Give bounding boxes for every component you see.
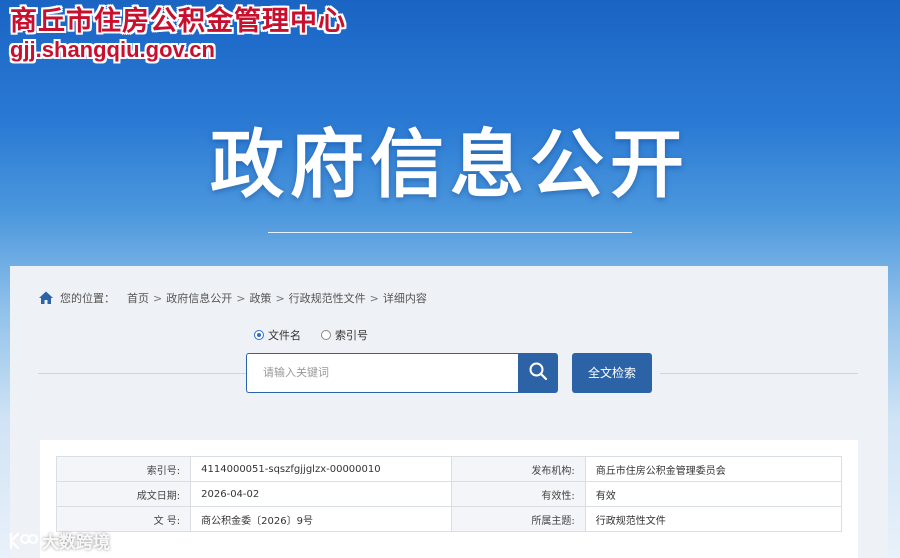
watermark: 大数跨境 <box>8 528 110 553</box>
search-input[interactable]: 请输入关键词 <box>246 353 518 393</box>
search-divider-right <box>660 373 858 374</box>
info-label: 所属主题: <box>450 506 586 532</box>
page-hero-title: 政府信息公开 <box>210 122 690 208</box>
watermark-logo-icon <box>8 530 38 552</box>
radio-index-indicator[interactable] <box>321 330 331 340</box>
breadcrumb-separator: > <box>275 291 285 305</box>
table-row: 文 号: 商公积金委〔2026〕9号 所属主题: 行政规范性文件 <box>55 506 843 532</box>
search-type-options: 文件名 索引号 <box>254 327 388 343</box>
breadcrumb-separator: > <box>369 291 379 305</box>
table-row: 索引号: 4114000051-sqszfgjjglzx-00000010 发布… <box>55 456 843 482</box>
search-button[interactable] <box>518 353 558 393</box>
breadcrumb-home[interactable]: 首页 <box>127 290 149 306</box>
radio-index-number[interactable]: 索引号 <box>321 327 368 343</box>
watermark-text: 大数跨境 <box>42 533 110 553</box>
site-logo-name[interactable]: 商丘市住房公积金管理中心 <box>10 6 346 38</box>
radio-index-label: 索引号 <box>335 329 368 342</box>
document-info-table: 索引号: 4114000051-sqszfgjjglzx-00000010 发布… <box>55 456 843 532</box>
info-label: 成文日期: <box>55 481 192 507</box>
breadcrumb-gov-info[interactable]: 政府信息公开 <box>166 290 232 306</box>
document-info-card: 索引号: 4114000051-sqszfgjjglzx-00000010 发布… <box>40 440 858 558</box>
info-value: 商公积金委〔2026〕9号 <box>190 506 452 532</box>
info-value: 商丘市住房公积金管理委员会 <box>584 456 843 482</box>
breadcrumb-policy[interactable]: 政策 <box>249 290 271 306</box>
radio-filename-indicator[interactable] <box>254 330 264 340</box>
breadcrumb: 您的位置： 首页 > 政府信息公开 > 政策 > 行政规范性文件 > 详细内容 <box>38 288 427 308</box>
info-value: 行政规范性文件 <box>584 506 843 532</box>
radio-filename-label: 文件名 <box>268 329 301 342</box>
hero-divider <box>268 232 632 233</box>
info-label: 索引号: <box>55 456 192 482</box>
content-panel: 您的位置： 首页 > 政府信息公开 > 政策 > 行政规范性文件 > 详细内容 … <box>10 266 888 558</box>
info-value: 有效 <box>584 481 843 507</box>
site-logo-url[interactable]: gjj.shangqiu.gov.cn <box>10 38 215 62</box>
table-row: 成文日期: 2026-04-02 有效性: 有效 <box>55 481 843 507</box>
breadcrumb-normative-docs[interactable]: 行政规范性文件 <box>289 290 366 306</box>
breadcrumb-prefix: 您的位置： <box>60 292 115 305</box>
breadcrumb-detail: 详细内容 <box>382 292 427 305</box>
search-icon <box>528 361 548 385</box>
fulltext-search-button[interactable]: 全文检索 <box>572 353 652 393</box>
info-value: 2026-04-02 <box>190 481 452 507</box>
radio-filename[interactable]: 文件名 <box>254 327 301 343</box>
info-label: 发布机构: <box>450 456 586 482</box>
home-icon <box>38 290 54 306</box>
info-value: 4114000051-sqszfgjjglzx-00000010 <box>190 456 452 482</box>
breadcrumb-separator: > <box>153 291 163 305</box>
info-label: 有效性: <box>450 481 586 507</box>
breadcrumb-separator: > <box>236 291 246 305</box>
search-divider-left <box>38 373 246 374</box>
